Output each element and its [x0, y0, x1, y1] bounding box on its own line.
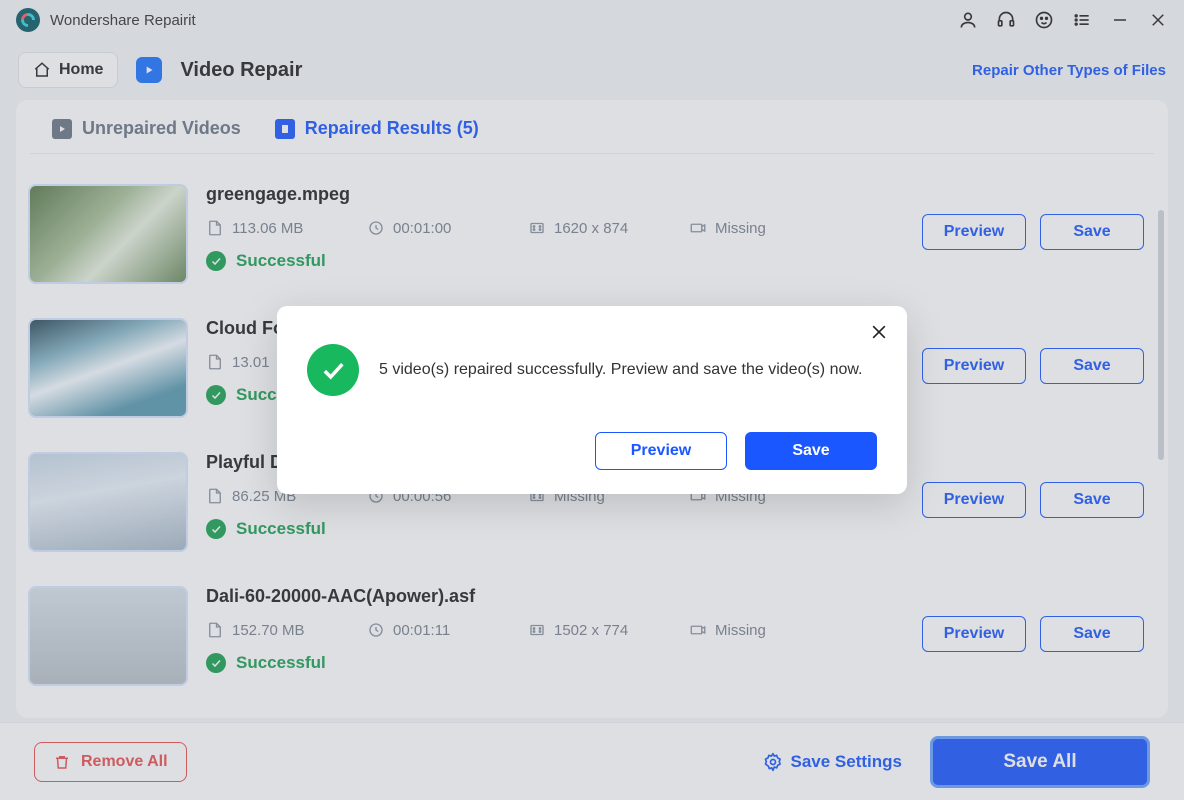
modal-close-button[interactable] — [869, 322, 889, 342]
modal-overlay: 5 video(s) repaired successfully. Previe… — [0, 0, 1184, 800]
modal-preview-button[interactable]: Preview — [595, 432, 727, 470]
modal-message: 5 video(s) repaired successfully. Previe… — [379, 361, 862, 379]
modal-body: 5 video(s) repaired successfully. Previe… — [307, 334, 877, 396]
modal-actions: Preview Save — [307, 432, 877, 470]
modal-save-button[interactable]: Save — [745, 432, 877, 470]
close-icon — [869, 322, 889, 342]
success-modal: 5 video(s) repaired successfully. Previe… — [277, 306, 907, 494]
success-check-icon — [307, 344, 359, 396]
